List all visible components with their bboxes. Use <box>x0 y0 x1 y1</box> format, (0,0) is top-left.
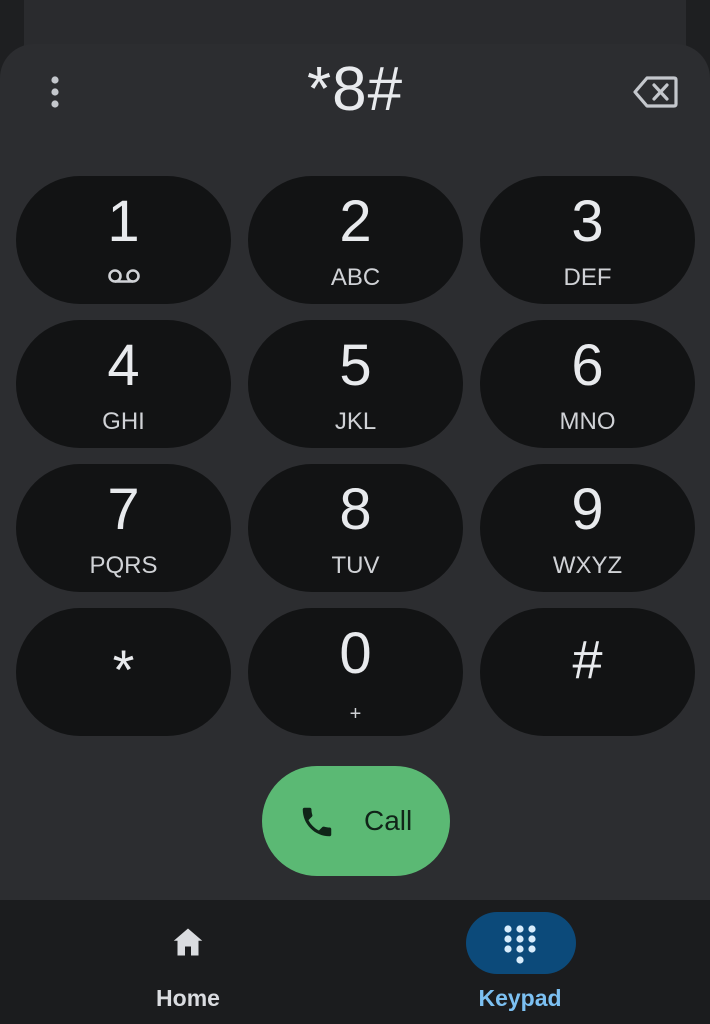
nav-item-keypad[interactable]: Keypad <box>420 900 620 1024</box>
key-letters: PQRS <box>89 552 158 579</box>
call-button[interactable]: Call <box>262 766 450 876</box>
key-digit: 8 <box>339 477 372 542</box>
dialed-number[interactable]: *8# <box>160 48 550 132</box>
key-letters: + <box>349 703 362 725</box>
key-digit: # <box>572 630 603 690</box>
key-digit: 4 <box>107 333 140 398</box>
key-8[interactable]: 8 TUV <box>248 464 463 592</box>
dialer-header: *8# <box>0 44 710 144</box>
key-3[interactable]: 3 DEF <box>480 176 695 304</box>
key-letters: ABC <box>330 264 381 291</box>
nav-label-home: Home <box>156 985 220 1011</box>
dialer-screen: *8# 1 2 ABC 3 DEF 4 GHI 5 JKL 6 MNO 7 PQ… <box>0 0 710 1024</box>
key-digit: 6 <box>571 333 604 398</box>
call-label: Call <box>364 805 413 836</box>
key-4[interactable]: 4 GHI <box>16 320 231 448</box>
key-digit: 0 <box>339 621 372 686</box>
more-options-button[interactable] <box>30 64 80 120</box>
key-6[interactable]: 6 MNO <box>480 320 695 448</box>
key-letters: GHI <box>102 408 145 435</box>
key-star[interactable]: * <box>16 608 231 736</box>
bottom-navigation: Home Keypad <box>0 900 710 1024</box>
key-7[interactable]: 7 PQRS <box>16 464 231 592</box>
key-digit: 1 <box>107 189 140 254</box>
key-5[interactable]: 5 JKL <box>248 320 463 448</box>
key-letters: JKL <box>334 408 377 435</box>
voicemail-icon <box>107 269 140 283</box>
key-digit: 9 <box>571 477 604 542</box>
key-letters: DEF <box>563 264 612 291</box>
key-digit: * <box>112 638 135 701</box>
key-2[interactable]: 2 ABC <box>248 176 463 304</box>
key-digit: 5 <box>339 333 372 398</box>
backspace-button[interactable] <box>626 66 686 118</box>
key-1[interactable]: 1 <box>16 176 231 304</box>
key-digit: 2 <box>339 189 372 254</box>
nav-label-keypad: Keypad <box>478 985 562 1011</box>
phone-icon <box>302 807 332 837</box>
key-9[interactable]: 9 WXYZ <box>480 464 695 592</box>
backspace-icon <box>633 76 678 108</box>
key-0[interactable]: 0 + <box>248 608 463 736</box>
dialpad-icon <box>504 925 536 964</box>
nav-item-home[interactable]: Home <box>88 900 288 1024</box>
keypad-grid: 1 2 ABC 3 DEF 4 GHI 5 JKL 6 MNO 7 PQRS 8… <box>16 176 695 736</box>
more-vert-icon <box>51 76 59 108</box>
key-letters: TUV <box>331 552 380 579</box>
key-hash[interactable]: # <box>480 608 695 736</box>
key-letters: MNO <box>559 408 616 435</box>
key-letters: WXYZ <box>552 552 623 579</box>
home-icon <box>173 928 203 956</box>
key-digit: 3 <box>571 189 604 254</box>
key-digit: 7 <box>107 477 140 542</box>
